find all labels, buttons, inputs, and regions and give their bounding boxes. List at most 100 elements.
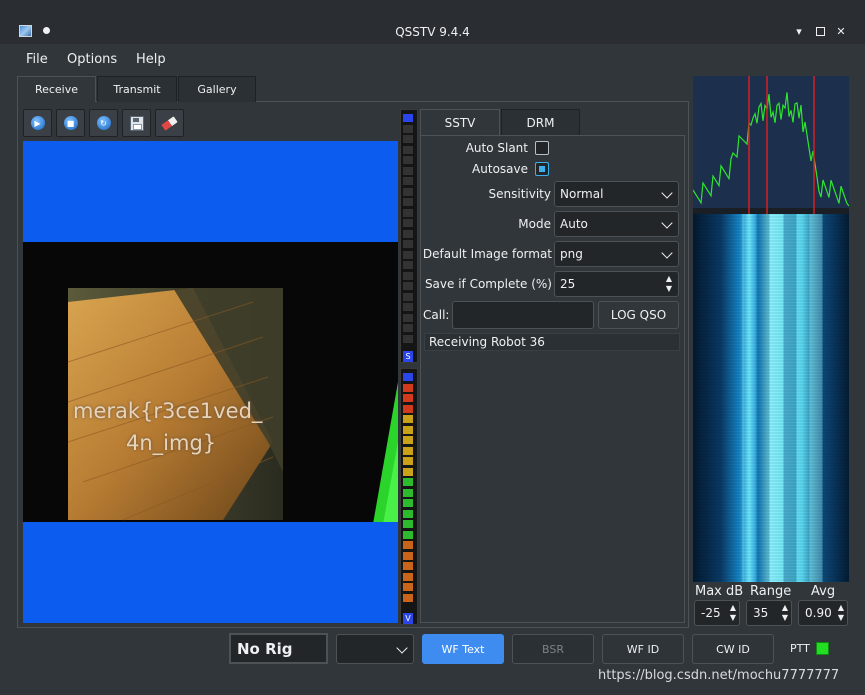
image-top-band — [23, 141, 398, 242]
chevron-down-icon — [661, 187, 673, 199]
save-if-complete-spinbox[interactable]: 25 ▲ ▼ — [554, 271, 679, 297]
meter-segment — [403, 583, 413, 591]
meter-segment — [403, 166, 413, 175]
max-db-spinbox[interactable]: -25 ▲ ▼ — [694, 600, 740, 626]
image-overlay-line1: merak{r3ce1ved_ — [73, 399, 263, 423]
meter-segment — [403, 156, 413, 164]
image-format-value: png — [560, 247, 583, 261]
ptt-label: PTT — [790, 642, 810, 655]
meter-segment — [403, 436, 413, 444]
menu-options[interactable]: Options — [67, 52, 117, 67]
image-overlay-line2: 4n_img} — [126, 431, 217, 455]
meter-segment — [403, 240, 413, 248]
cw-id-button[interactable]: CW ID — [692, 634, 774, 664]
range-value: 35 — [753, 606, 769, 620]
signal-meter-label: S — [403, 351, 413, 362]
meter-segment — [403, 530, 413, 539]
save-icon — [129, 115, 144, 131]
spectrum-display — [692, 76, 850, 214]
spin-arrows-icon: ▲ ▼ — [781, 603, 788, 622]
rig-status: No Rig — [229, 633, 328, 664]
save-if-complete-value: 25 — [560, 277, 576, 291]
meter-segment — [403, 177, 413, 185]
menu-file[interactable]: File — [26, 52, 48, 67]
autosave-label: Autosave — [472, 162, 528, 176]
spin-arrows-icon: ▲ ▼ — [729, 603, 736, 622]
meter-segment — [403, 145, 413, 154]
meter-segment — [403, 229, 413, 238]
meter-segment — [403, 404, 413, 413]
meter-segment — [403, 187, 413, 196]
tab-receive[interactable]: Receive — [17, 76, 96, 102]
max-db-value: -25 — [701, 606, 721, 620]
start-button[interactable]: ▶ — [23, 109, 52, 137]
ptt-indicator — [816, 642, 829, 655]
wf-text-button[interactable]: WF Text — [422, 634, 504, 664]
meter-segment — [403, 282, 413, 290]
bsr-button[interactable]: BSR — [512, 634, 594, 664]
image-format-select[interactable]: png — [554, 241, 679, 267]
watermark: https://blog.csdn.net/mochu7777777 — [598, 668, 840, 683]
sensitivity-select[interactable]: Normal — [554, 181, 679, 207]
received-image: merak{r3ce1ved_ 4n_img} — [23, 141, 398, 623]
meter-segment — [403, 324, 413, 332]
meter-segment — [403, 394, 413, 402]
meter-segment — [403, 334, 413, 343]
volume-meter-label: V — [403, 613, 413, 624]
tab-gallery[interactable]: Gallery — [178, 76, 256, 102]
avg-spinbox[interactable]: 0.90 ▲ ▼ — [798, 600, 848, 626]
close-icon[interactable]: ✕ — [834, 24, 848, 38]
range-spinbox[interactable]: 35 ▲ ▼ — [746, 600, 792, 626]
log-qso-button[interactable]: LOG QSO — [598, 301, 679, 329]
auto-slant-checkbox[interactable] — [535, 141, 549, 155]
meter-segment — [403, 250, 413, 259]
tab-drm[interactable]: DRM — [501, 109, 580, 135]
mode-select[interactable]: Auto — [554, 211, 679, 237]
refresh-icon: ↻ — [96, 116, 111, 130]
spin-arrows-icon: ▲ ▼ — [837, 603, 844, 622]
avg-label: Avg — [811, 584, 836, 599]
meter-segment — [403, 425, 413, 434]
avg-value: 0.90 — [805, 606, 832, 620]
image-picture — [23, 242, 398, 524]
sensitivity-label: Sensitivity — [488, 187, 551, 201]
wf-id-button[interactable]: WF ID — [602, 634, 684, 664]
meter-segment — [403, 135, 413, 143]
meter-segment — [403, 219, 413, 227]
meter-segment — [403, 457, 413, 465]
meter-segment — [403, 198, 413, 206]
meter-segment — [403, 261, 413, 269]
save-button[interactable] — [122, 109, 151, 137]
mode-value: Auto — [560, 217, 588, 231]
chevron-down-icon — [396, 642, 408, 654]
save-if-complete-label: Save if Complete (%) — [424, 277, 552, 291]
autosave-checkbox[interactable] — [535, 162, 549, 176]
signal-meter: S — [400, 109, 418, 363]
max-db-label: Max dB — [695, 584, 744, 599]
statusbar-select[interactable] — [336, 634, 414, 664]
meter-segment — [403, 292, 413, 301]
meter-segment — [403, 509, 413, 518]
call-input[interactable] — [452, 301, 594, 329]
tab-transmit[interactable]: Transmit — [97, 76, 177, 102]
waterfall-display — [693, 214, 849, 582]
stop-button[interactable]: ■ — [56, 109, 85, 137]
stop-icon: ■ — [63, 116, 78, 130]
meter-segment — [403, 271, 413, 280]
chevron-down-icon — [661, 247, 673, 259]
meter-segment — [403, 467, 413, 476]
erase-button[interactable] — [155, 109, 184, 137]
resync-button[interactable]: ↻ — [89, 109, 118, 137]
window-title: QSSTV 9.4.4 — [395, 25, 470, 39]
tab-sstv[interactable]: SSTV — [420, 109, 500, 135]
meter-segment — [403, 383, 413, 392]
maximize-icon[interactable] — [813, 24, 827, 38]
meter-segment — [403, 593, 413, 602]
minimize-icon[interactable]: ▾ — [792, 24, 806, 38]
meter-segment — [403, 572, 413, 581]
meter-segment — [403, 373, 413, 381]
image-format-label: Default Image format — [422, 247, 552, 261]
spin-arrows-icon: ▲ ▼ — [665, 274, 672, 293]
menu-help[interactable]: Help — [136, 52, 166, 67]
meter-segment — [403, 499, 413, 507]
